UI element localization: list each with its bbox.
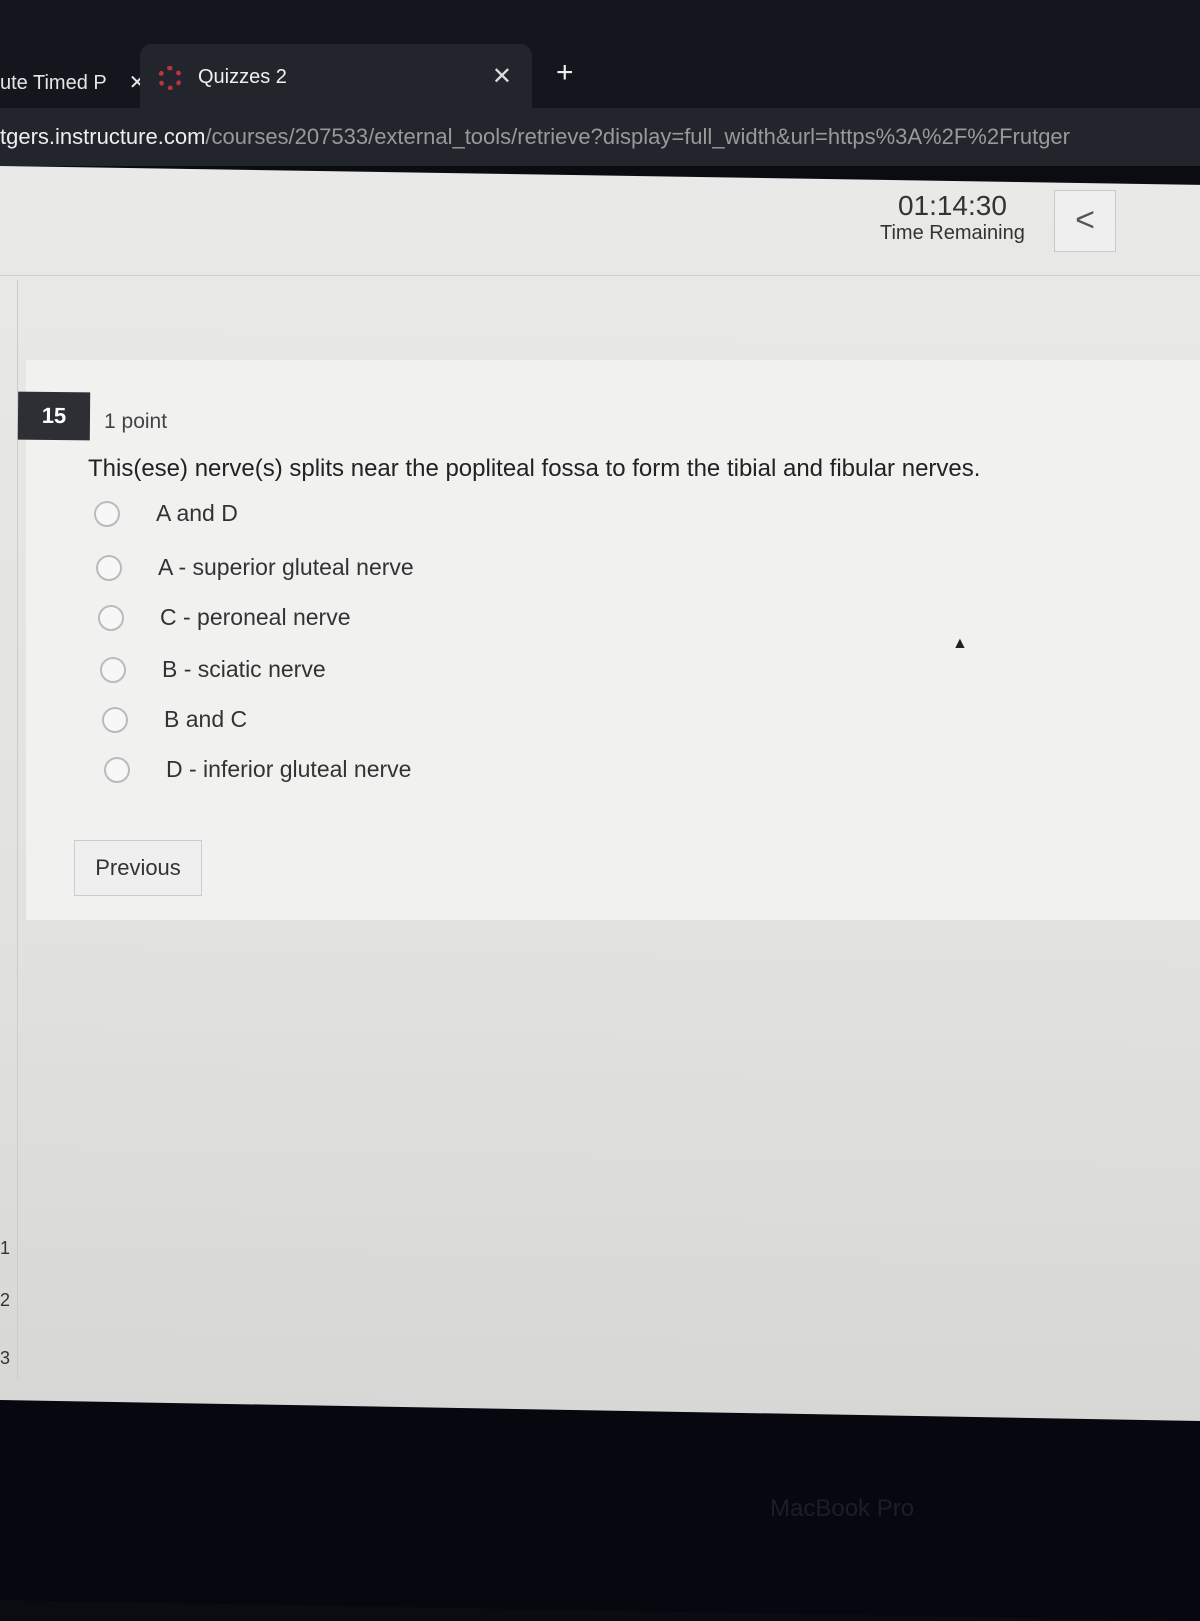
option-sciatic[interactable]: B - sciatic nerve	[100, 656, 326, 683]
tab-title: Quizzes 2	[198, 66, 287, 88]
mouse-cursor-icon: ▲	[952, 635, 968, 652]
question-points: 1 point	[104, 410, 168, 433]
question-text: This(ese) nerve(s) splits near the popli…	[88, 455, 981, 482]
radio-icon[interactable]	[102, 706, 128, 733]
question-number: 15	[17, 391, 91, 441]
option-peroneal[interactable]: C - peroneal nerve	[98, 604, 351, 631]
previous-button[interactable]: Previous	[74, 840, 202, 896]
radio-icon[interactable]	[94, 500, 120, 527]
option-a-and-d[interactable]: A and D	[94, 500, 238, 527]
option-superior-gluteal[interactable]: A - superior gluteal nerve	[96, 554, 414, 581]
question-sidebar: 1 2 3	[0, 280, 18, 1380]
timer-label: Time Remaining	[880, 222, 1025, 244]
url-host: tgers.instructure.com	[0, 124, 206, 149]
option-label: A - superior gluteal nerve	[158, 554, 414, 580]
question-card	[26, 360, 1200, 920]
tab-quizzes[interactable]: Quizzes 2 ✕	[140, 44, 532, 108]
new-tab-button[interactable]: +	[556, 56, 574, 90]
url-path: /courses/207533/external_tools/retrieve?…	[205, 124, 1070, 149]
radio-icon[interactable]	[96, 554, 122, 581]
tab-title: ute Timed P	[0, 72, 107, 94]
option-label: D - inferior gluteal nerve	[166, 756, 412, 782]
canvas-logo-icon	[158, 66, 182, 90]
browser-tab-bar: ute Timed P ✕ Quizzes 2 ✕ +	[0, 0, 1200, 108]
option-label: A and D	[156, 500, 238, 526]
sidebar-item[interactable]: 3	[0, 1348, 10, 1369]
option-b-and-c[interactable]: B and C	[102, 706, 247, 733]
option-label: B - sciatic nerve	[162, 656, 326, 682]
radio-icon[interactable]	[100, 656, 126, 683]
sidebar-item[interactable]: 2	[0, 1290, 10, 1311]
timer-value: 01:14:30	[897, 190, 1007, 221]
address-bar[interactable]: tgers.instructure.com/courses/207533/ext…	[0, 108, 1200, 166]
tab-timed[interactable]: ute Timed P ✕	[0, 70, 145, 95]
collapse-button[interactable]: <	[1054, 190, 1116, 252]
radio-icon[interactable]	[98, 604, 124, 631]
option-label: B and C	[164, 706, 248, 732]
timer: 01:14:30 Time Remaining	[880, 190, 1025, 245]
option-inferior-gluteal[interactable]: D - inferior gluteal nerve	[104, 756, 411, 783]
close-tab-icon[interactable]: ✕	[492, 62, 512, 91]
sidebar-item[interactable]: 1	[0, 1238, 10, 1259]
radio-icon[interactable]	[104, 756, 130, 783]
laptop-bezel	[0, 1400, 1200, 1621]
option-label: C - peroneal nerve	[160, 604, 351, 630]
device-brand-logo: MacBook Pro	[770, 1495, 915, 1522]
